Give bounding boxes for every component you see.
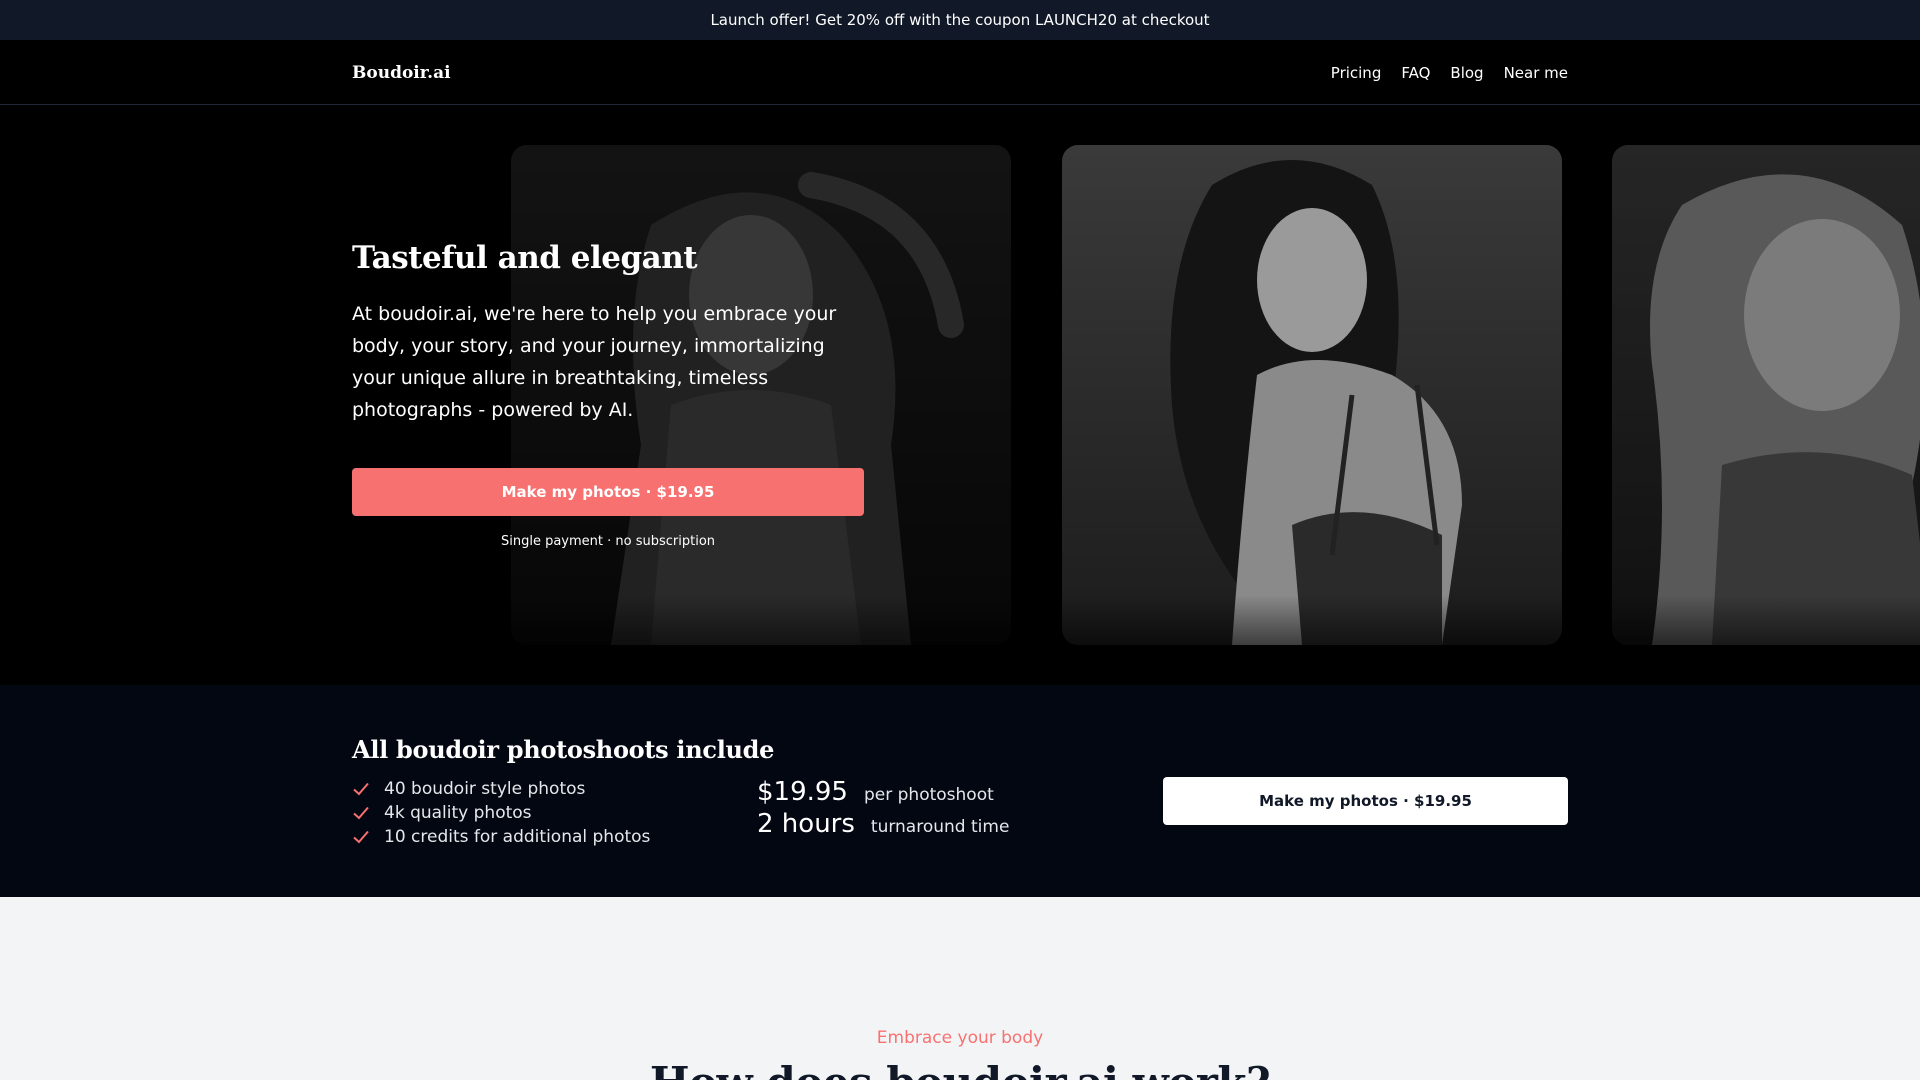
section-title: How does boudoir.ai work? <box>0 1058 1920 1080</box>
announcement-text: Launch offer! Get 20% off with the coupo… <box>710 11 1210 29</box>
section-eyebrow: Embrace your body <box>876 1028 1044 1048</box>
nav-links: Pricing FAQ Blog Near me <box>1331 40 1568 105</box>
stat-price: $19.95 per photoshoot <box>757 777 1009 809</box>
top-nav: Boudoir.ai Pricing FAQ Blog Near me <box>0 40 1920 105</box>
hero-title: Tasteful and elegant <box>352 240 698 276</box>
nav-link-near-me[interactable]: Near me <box>1504 64 1568 82</box>
announcement-bar: Launch offer! Get 20% off with the coupo… <box>0 0 1920 40</box>
hero-fade <box>0 595 1920 685</box>
includes-list: 40 boudoir style photos 4k quality photo… <box>352 777 650 849</box>
nav-link-faq[interactable]: FAQ <box>1401 64 1430 82</box>
include-label: 4k quality photos <box>384 803 532 823</box>
check-icon <box>352 804 384 822</box>
check-icon <box>352 780 384 798</box>
nav-link-pricing[interactable]: Pricing <box>1331 64 1382 82</box>
price-label: per photoshoot <box>863 785 994 805</box>
turnaround-value: 2 hours <box>757 809 855 839</box>
list-item: 10 credits for additional photos <box>352 825 650 849</box>
price-value: $19.95 <box>757 777 848 807</box>
payment-note: Single payment · no subscription <box>500 534 716 549</box>
includes-title: All boudoir photoshoots include <box>352 735 775 764</box>
hero-photo-center <box>1062 145 1562 645</box>
hero-copy: Tasteful and elegant At boudoir.ai, we'r… <box>352 240 864 549</box>
includes-section: All boudoir photoshoots include 40 boudo… <box>0 685 1920 897</box>
list-item: 4k quality photos <box>352 801 650 825</box>
list-item: 40 boudoir style photos <box>352 777 650 801</box>
hero-photo-right <box>1612 145 1920 645</box>
turnaround-label: turnaround time <box>870 817 1010 837</box>
pricing-stats: $19.95 per photoshoot 2 hours turnaround… <box>757 777 1009 841</box>
stat-turnaround: 2 hours turnaround time <box>757 809 1009 841</box>
hero-section: Tasteful and elegant At boudoir.ai, we'r… <box>0 105 1920 685</box>
how-it-works-section: Embrace your body How does boudoir.ai wo… <box>0 897 1920 1080</box>
include-label: 10 credits for additional photos <box>384 827 651 847</box>
check-icon <box>352 828 384 846</box>
nav-link-blog[interactable]: Blog <box>1450 64 1483 82</box>
logo[interactable]: Boudoir.ai <box>352 40 451 105</box>
make-my-photos-button-secondary[interactable]: Make my photos · $19.95 <box>1163 777 1568 825</box>
make-my-photos-button[interactable]: Make my photos · $19.95 <box>352 468 864 516</box>
include-label: 40 boudoir style photos <box>384 779 586 799</box>
hero-description: At boudoir.ai, we're here to help you em… <box>352 303 837 421</box>
